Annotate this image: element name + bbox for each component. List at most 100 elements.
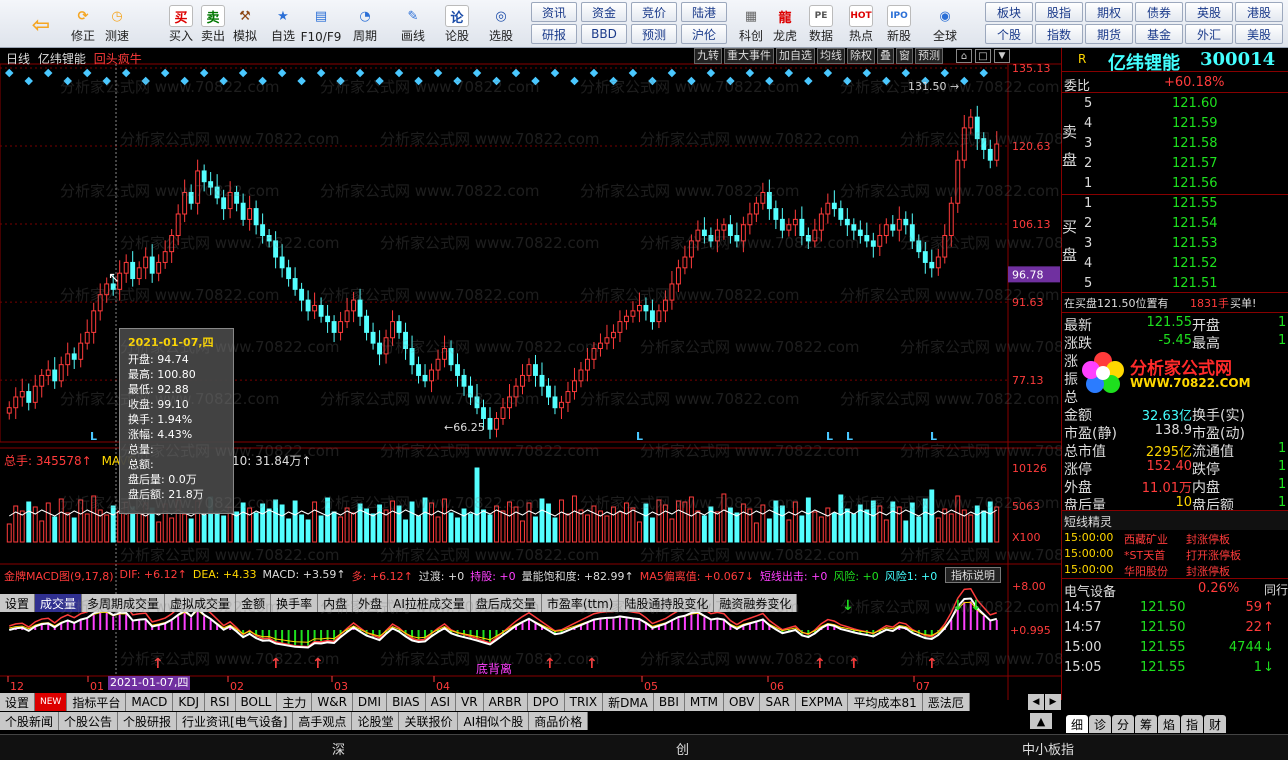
indicator-tab[interactable]: RSI: [205, 693, 236, 711]
toolbar-button-自选[interactable]: ★ 自选: [264, 2, 302, 46]
indicator-tab[interactable]: 设置: [0, 693, 36, 711]
indicator-tab[interactable]: 主力: [277, 693, 313, 711]
market-button-基金[interactable]: 基金: [1135, 24, 1183, 44]
buy-level-row[interactable]: 4 121.52: [1062, 254, 1288, 274]
chart-header-button[interactable]: 窗: [896, 48, 913, 64]
sell-level-row[interactable]: 5 121.60: [1062, 94, 1288, 114]
lock-icon[interactable]: ⌂: [956, 49, 972, 63]
indicator-tab[interactable]: ASI: [425, 693, 457, 711]
volume-tab[interactable]: 金额: [236, 594, 272, 612]
news-tab[interactable]: 高手观点: [293, 712, 353, 730]
sell-level-row[interactable]: 4 121.59: [1062, 114, 1288, 134]
indicator-tab[interactable]: DMI: [352, 693, 388, 711]
volume-tab[interactable]: 外盘: [353, 594, 389, 612]
news-tab[interactable]: 个股新闻: [0, 712, 60, 730]
status-item-chuang[interactable]: 创: [676, 739, 689, 758]
toolbar-button-全球[interactable]: ◉ 全球: [928, 2, 962, 46]
volume-tab[interactable]: 市盈率(ttm): [541, 594, 620, 612]
buy-level-row[interactable]: 3 121.53: [1062, 234, 1288, 254]
market-button-期权[interactable]: 期权: [1085, 2, 1133, 22]
quote-tab[interactable]: 诊: [1089, 715, 1111, 733]
news-tab[interactable]: 行业资讯[电气设备]: [177, 712, 294, 730]
indicator-tab[interactable]: EXPMA: [795, 693, 849, 711]
volume-tab[interactable]: AI拉桩成交量: [388, 594, 471, 612]
market-button-板块[interactable]: 板块: [985, 2, 1033, 22]
volume-tab[interactable]: 盘后成交量: [470, 594, 542, 612]
toolbar-button-论股[interactable]: 论论股: [438, 2, 476, 46]
volume-tab[interactable]: 融资融券变化: [714, 594, 798, 612]
quote-tab[interactable]: 细: [1066, 715, 1088, 733]
quote-tab[interactable]: 分: [1112, 715, 1134, 733]
news-tab[interactable]: AI相似个股: [458, 712, 530, 730]
indicator-tab[interactable]: W&R: [312, 693, 353, 711]
market-button-期货[interactable]: 期货: [1085, 24, 1133, 44]
indicator-name[interactable]: 回头疯牛: [94, 52, 142, 66]
news-tab[interactable]: 论股堂: [352, 712, 400, 730]
news-tab[interactable]: 个股研报: [118, 712, 178, 730]
toolbar-button-热点[interactable]: HOT 热点: [844, 2, 878, 46]
sell-level-row[interactable]: 1 121.56: [1062, 174, 1288, 194]
news-tab[interactable]: 商品价格: [529, 712, 589, 730]
quick-button-研报[interactable]: 研报: [531, 24, 577, 44]
volume-tab[interactable]: 换手率: [271, 594, 319, 612]
toolbar-button-back[interactable]: ⇦: [26, 2, 56, 46]
chart-header-button[interactable]: 九转: [694, 48, 722, 64]
news-tab[interactable]: 关联报价: [399, 712, 459, 730]
toolbar-button-龙虎[interactable]: 龍龙虎: [768, 2, 802, 46]
status-item-shen[interactable]: 深: [332, 739, 345, 758]
quick-button-资讯[interactable]: 资讯: [531, 2, 577, 22]
sector-row[interactable]: 电气设备 0.26% 同行业: [1062, 578, 1288, 600]
indicator-tab[interactable]: BIAS: [387, 693, 426, 711]
quick-button-BBD[interactable]: BBD: [581, 24, 627, 44]
indicator-tab[interactable]: NEW: [35, 693, 68, 711]
chart-header-button[interactable]: 重大事件: [724, 48, 774, 64]
indicator-tab[interactable]: 新DMA: [603, 693, 654, 711]
toolbar-button-选股[interactable]: ◎ 选股: [482, 2, 520, 46]
indicator-tab[interactable]: MACD: [126, 693, 174, 711]
market-button-港股[interactable]: 港股: [1235, 2, 1283, 22]
toolbar-button-新股[interactable]: IPO 新股: [882, 2, 916, 46]
market-button-美股[interactable]: 美股: [1235, 24, 1283, 44]
quote-tab[interactable]: 指: [1181, 715, 1203, 733]
market-button-外汇[interactable]: 外汇: [1185, 24, 1233, 44]
indicator-tab[interactable]: VR: [456, 693, 484, 711]
indicator-tab[interactable]: 平均成本81: [848, 693, 923, 711]
short-elf-row[interactable]: 15:00:00 华阳股份 封涨停板: [1062, 562, 1288, 578]
scroll-right-icon[interactable]: ▶: [1045, 694, 1061, 710]
toolbar-button-测速[interactable]: ◷ 测速: [98, 2, 136, 46]
buy-level-row[interactable]: 5 121.51: [1062, 274, 1288, 294]
market-button-指数[interactable]: 指数: [1035, 24, 1083, 44]
quote-tab[interactable]: 筹: [1135, 715, 1157, 733]
indicator-tab[interactable]: SAR: [760, 693, 796, 711]
indicator-tab[interactable]: KDJ: [173, 693, 205, 711]
volume-tab[interactable]: 虚拟成交量: [165, 594, 237, 612]
chart-header-button[interactable]: 均线: [817, 48, 845, 64]
chart-header-button[interactable]: 叠: [877, 48, 894, 64]
quick-button-竞价[interactable]: 竞价: [631, 2, 677, 22]
status-item-smallcap[interactable]: 中小板指: [1022, 739, 1074, 758]
buy-level-row[interactable]: 2 121.54: [1062, 214, 1288, 234]
indicator-tab[interactable]: DPO: [527, 693, 565, 711]
toolbar-button-数据[interactable]: PE 数据: [804, 2, 838, 46]
indicator-tab[interactable]: MTM: [684, 693, 724, 711]
indicator-tab[interactable]: 指标平台: [67, 693, 127, 711]
market-button-英股[interactable]: 英股: [1185, 2, 1233, 22]
market-button-股指[interactable]: 股指: [1035, 2, 1083, 22]
toolbar-button-修正[interactable]: ⟳ 修正: [64, 2, 102, 46]
indicator-tab[interactable]: BOLL: [235, 693, 278, 711]
volume-tab[interactable]: 内盘: [318, 594, 354, 612]
quick-button-预测[interactable]: 预测: [631, 24, 677, 44]
volume-tab[interactable]: 成交量: [35, 594, 83, 612]
volume-tab[interactable]: 陆股通持股变化: [619, 594, 715, 612]
short-elf-row[interactable]: 15:00:00 西藏矿业 封涨停板: [1062, 530, 1288, 546]
chart-header-button[interactable]: 预测: [915, 48, 943, 64]
period-label[interactable]: 日线: [6, 52, 30, 66]
sell-level-row[interactable]: 2 121.57: [1062, 154, 1288, 174]
quick-button-资金[interactable]: 资金: [581, 2, 627, 22]
quick-button-沪伦[interactable]: 沪伦: [681, 24, 727, 44]
toolbar-button-F10/F9[interactable]: ▤ F10/F9: [301, 2, 342, 46]
toolbar-button-模拟[interactable]: ⚒ 模拟: [226, 2, 264, 46]
indicator-help-button[interactable]: 指标说明: [945, 567, 1001, 583]
indicator-tab[interactable]: BBI: [653, 693, 685, 711]
indicator-tab[interactable]: ARBR: [483, 693, 528, 711]
